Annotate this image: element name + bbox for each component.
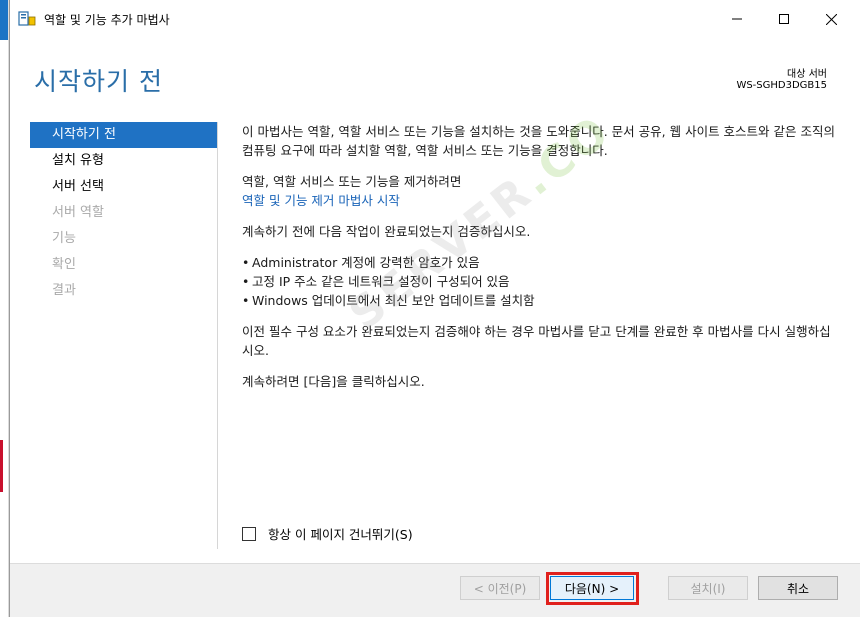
nav-item-confirmation: 확인 xyxy=(52,257,76,272)
verify-prompt-text: 계속하기 전에 다음 작업이 완료되었는지 검증하십시오. xyxy=(242,224,531,239)
nav-item-results: 결과 xyxy=(52,283,76,298)
previous-button[interactable]: < 이전(P) xyxy=(460,576,540,600)
server-manager-icon xyxy=(18,11,36,27)
skip-page-option[interactable]: 항상 이 페이지 건너뛰기(S) xyxy=(242,524,413,543)
install-button[interactable]: 설치(I) xyxy=(668,576,748,600)
nav-item-server-roles: 서버 역할 xyxy=(52,205,104,220)
wizard-step-nav: 시작하기 전 설치 유형 서버 선택 서버 역할 기능 확인 결과 xyxy=(30,122,218,304)
nav-divider xyxy=(217,122,218,549)
target-server-label: 대상 서버 xyxy=(787,69,827,80)
remove-prompt-text: 역할, 역할 서비스 또는 기능을 제거하려면 xyxy=(242,174,462,189)
checklist-item: 고정 IP 주소 같은 네트워크 설정이 구성되어 있음 xyxy=(242,272,842,291)
continue-note-text: 계속하려면 [다음]을 클릭하십시오. xyxy=(242,374,425,389)
page-title: 시작하기 전 xyxy=(34,67,163,96)
nav-item-features: 기능 xyxy=(52,231,76,246)
checklist: Administrator 계정에 강력한 암호가 있음 고정 IP 주소 같은… xyxy=(242,253,842,310)
window-title: 역할 및 기능 추가 마법사 xyxy=(44,13,170,27)
content-panel: 이 마법사는 역할, 역할 서비스 또는 기능을 설치하는 것을 도와줍니다. … xyxy=(242,122,842,403)
maximize-icon xyxy=(779,14,789,24)
wizard-window: 역할 및 기능 추가 마법사 시작하기 전 대상 서버 WS-SGHD3DGB1… xyxy=(9,0,860,617)
minimize-button[interactable] xyxy=(714,0,760,38)
remove-wizard-link[interactable]: 역할 및 기능 제거 마법사 시작 xyxy=(242,193,400,208)
skip-page-checkbox[interactable] xyxy=(242,526,256,541)
minimize-icon xyxy=(732,18,742,20)
close-button[interactable] xyxy=(808,0,854,38)
title-bar[interactable]: 역할 및 기능 추가 마법사 xyxy=(10,0,860,38)
close-icon xyxy=(825,13,837,25)
wizard-footer: < 이전(P) 다음(N) > 설치(I) 취소 xyxy=(10,563,860,617)
remove-section: 역할, 역할 서비스 또는 기능을 제거하려면 역할 및 기능 제거 마법사 시… xyxy=(242,172,842,210)
skip-page-label: 항상 이 페이지 건너뛰기(S) xyxy=(268,527,413,542)
desktop-background xyxy=(0,0,9,617)
cancel-button[interactable]: 취소 xyxy=(758,576,838,600)
nav-item-before-you-begin[interactable]: 시작하기 전 xyxy=(30,122,218,148)
target-server-name: WS-SGHD3DGB15 xyxy=(736,80,827,91)
intro-text: 이 마법사는 역할, 역할 서비스 또는 기능을 설치하는 것을 도와줍니다. … xyxy=(242,124,835,158)
checklist-item: Windows 업데이트에서 최신 보안 업데이트를 설치함 xyxy=(242,291,842,310)
nav-item-installation-type[interactable]: 설치 유형 xyxy=(30,148,218,174)
checklist-item: Administrator 계정에 강력한 암호가 있음 xyxy=(242,253,842,272)
next-button-highlight xyxy=(546,572,639,605)
maximize-button[interactable] xyxy=(761,0,807,38)
wizard-header: 시작하기 전 대상 서버 WS-SGHD3DGB15 xyxy=(10,38,860,112)
background-app-strip xyxy=(0,0,8,40)
prereq-note-text: 이전 필수 구성 요소가 완료되었는지 검증해야 하는 경우 마법사를 닫고 단… xyxy=(242,324,831,358)
background-app-strip-red xyxy=(0,440,3,492)
nav-item-server-selection[interactable]: 서버 선택 xyxy=(30,174,218,200)
